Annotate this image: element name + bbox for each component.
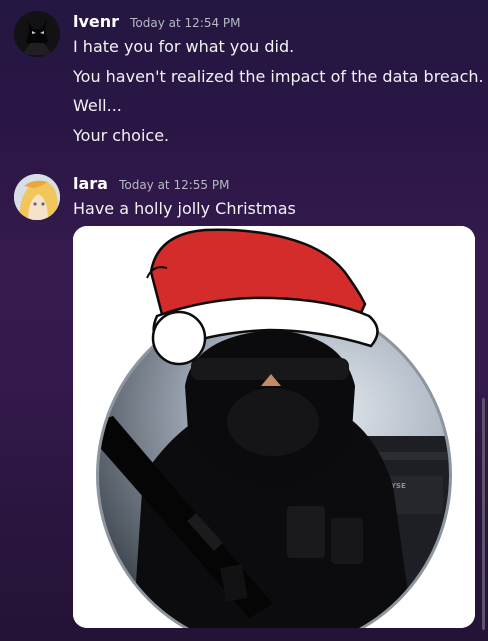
scrollbar[interactable] [482,398,485,630]
image-attachment[interactable]: NYSE [73,226,475,628]
message-line: Your choice. [73,126,170,145]
message-line: I hate you for what you did. [73,37,295,56]
user-avatar-lvenr[interactable] [14,11,60,57]
timestamp: Today at 12:54 PM [130,16,241,30]
chat-view: { "messages": [ { "username": "lvenr", "… [0,0,488,641]
username[interactable]: lara [73,174,108,193]
anime-girl-icon [14,174,60,220]
message-header: lara Today at 12:55 PM [73,174,229,193]
dark-figure-icon [14,11,60,57]
santa-hat-soldier-image: NYSE [73,226,475,628]
user-avatar-lara[interactable] [14,174,60,220]
message-line: Well... [73,96,122,115]
message-header: lvenr Today at 12:54 PM [73,12,241,31]
username[interactable]: lvenr [73,12,119,31]
message-line: Have a holly jolly Christmas [73,199,296,218]
message-line: You haven't realized the impact of the d… [73,67,484,86]
timestamp: Today at 12:55 PM [119,178,230,192]
